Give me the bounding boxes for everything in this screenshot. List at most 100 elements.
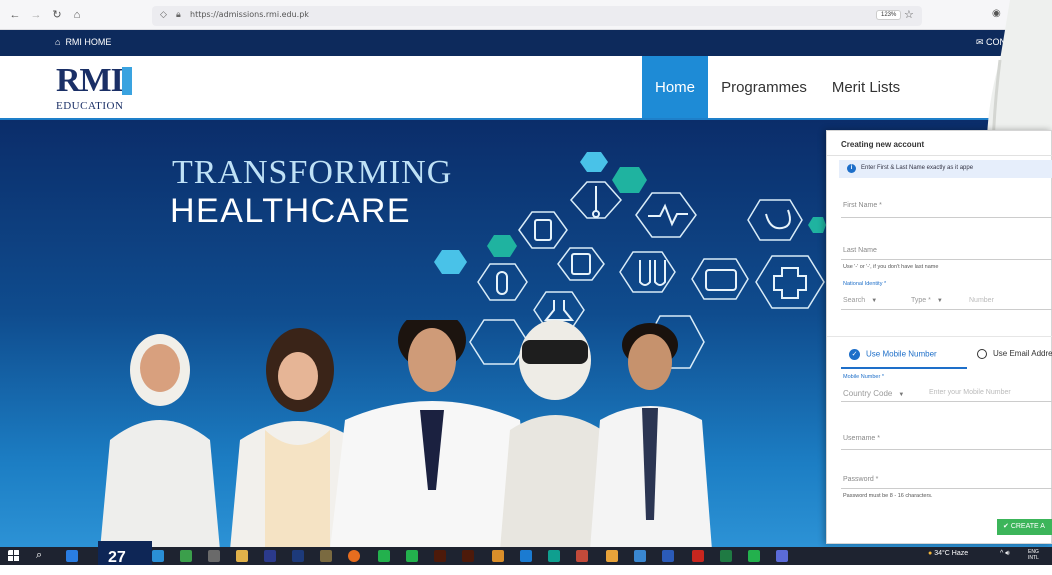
home-icon[interactable]: ⌂ xyxy=(70,8,84,22)
stomach-hex-icon xyxy=(747,199,803,241)
country-code-value: Country Code xyxy=(843,389,893,398)
edge-icon[interactable] xyxy=(66,550,78,562)
whatsapp-icon[interactable] xyxy=(406,550,418,562)
address-bar[interactable]: ◇ 🔒︎ https://admissions.rmi.edu.pk 123% … xyxy=(152,6,922,26)
username-underline xyxy=(841,449,1052,450)
teams-icon[interactable] xyxy=(776,550,788,562)
system-tray-icons[interactable]: ^ 🔊︎ xyxy=(1000,550,1010,558)
tab-mobile-label: Use Mobile Number xyxy=(866,349,937,359)
cross-hex-icon xyxy=(755,255,825,309)
mobile-underline xyxy=(841,401,1052,402)
tab-email-label: Use Email Addre xyxy=(993,349,1052,359)
taskbar-app-icon[interactable] xyxy=(180,550,192,562)
form-divider xyxy=(827,155,1052,156)
tab-use-email-address[interactable]: Use Email Addre xyxy=(977,349,1052,359)
info-text: Enter First & Last Name exactly as it ap… xyxy=(861,165,974,171)
lang-line2: INTL xyxy=(1028,555,1039,561)
first-name-field[interactable]: First Name * xyxy=(843,202,882,209)
last-name-hint: Use '-' or '-', if you don't have last n… xyxy=(843,264,939,270)
taskbar-app-icon[interactable] xyxy=(320,550,332,562)
taskbar-app-icon[interactable] xyxy=(152,550,164,562)
last-name-field[interactable]: Last Name xyxy=(843,247,877,254)
password-field[interactable]: Password * xyxy=(843,476,878,483)
acrobat-icon[interactable] xyxy=(692,550,704,562)
clipboard-hex-icon xyxy=(518,211,568,249)
password-hint: Password must be 8 - 16 characters. xyxy=(843,493,933,499)
zoom-level-badge[interactable]: 123% xyxy=(876,10,902,20)
chevron-down-icon: ▼ xyxy=(898,392,905,398)
username-field[interactable]: Username * xyxy=(843,435,880,442)
taskbar-app-icon[interactable] xyxy=(748,550,760,562)
photoshop-icon[interactable] xyxy=(292,550,304,562)
radio-circle-icon xyxy=(977,349,987,359)
windows-start-icon[interactable] xyxy=(8,550,20,562)
nav-item-home[interactable]: Home xyxy=(642,56,708,118)
last-name-underline xyxy=(841,259,1052,260)
taskbar-app-icon[interactable] xyxy=(236,550,248,562)
check-circle-icon: ✓ xyxy=(849,349,860,360)
site-navigation: RMI EDUCATION Home Programmes Merit List… xyxy=(0,56,1052,120)
back-arrow-icon[interactable]: ← xyxy=(8,8,22,22)
info-notice: i Enter First & Last Name exactly as it … xyxy=(839,160,1052,178)
password-underline xyxy=(841,488,1052,489)
taskbar-app-icon[interactable] xyxy=(548,550,560,562)
teal-hex-a xyxy=(612,167,647,193)
illustrator-icon[interactable] xyxy=(434,550,446,562)
weather-widget[interactable]: ● 34°C Haze xyxy=(928,550,968,557)
site-top-strip: ⌂ RMI HOME ✉ CONT xyxy=(0,30,1052,56)
lock-icon[interactable]: 🔒︎ xyxy=(176,9,181,20)
first-name-underline xyxy=(841,217,1052,218)
cyan-hex-b xyxy=(434,250,467,274)
forward-arrow-icon[interactable]: → xyxy=(29,8,43,22)
overlay-number-badge: 27 xyxy=(98,541,152,566)
firefox-icon[interactable] xyxy=(348,550,360,562)
photoshop-icon[interactable] xyxy=(264,550,276,562)
word-icon[interactable] xyxy=(662,550,674,562)
search-select-value: Search xyxy=(843,297,866,304)
active-tab-indicator xyxy=(841,367,967,369)
type-select[interactable]: Type * ▼ xyxy=(911,297,943,304)
country-code-select[interactable]: Country Code ▼ xyxy=(843,389,904,398)
bookmark-star-icon[interactable]: ☆ xyxy=(904,8,914,21)
nav-item-merit-lists[interactable]: Merit Lists xyxy=(826,56,906,118)
language-indicator[interactable]: ENG INTL xyxy=(1028,549,1039,561)
mobile-number-label: Mobile Number * xyxy=(843,374,884,380)
taskbar-app-icon[interactable] xyxy=(492,550,504,562)
tab-divider xyxy=(827,336,1052,337)
taskbar-app-icon[interactable] xyxy=(576,550,588,562)
number-input[interactable]: Number xyxy=(969,297,994,304)
browser-toolbar: ← → ↻ ⌂ ◇ 🔒︎ https://admissions.rmi.edu.… xyxy=(0,0,1052,30)
info-icon: i xyxy=(847,164,856,173)
pill-box-hex-icon xyxy=(557,247,605,281)
taskbar-app-icon[interactable] xyxy=(634,550,646,562)
chevron-down-icon: ▼ xyxy=(936,298,943,304)
chevron-down-icon: ▼ xyxy=(871,298,878,304)
form-title: Creating new account xyxy=(841,140,925,149)
whatsapp-icon[interactable] xyxy=(378,550,390,562)
students-group-photo xyxy=(100,320,712,550)
taskbar-app-icon[interactable] xyxy=(606,550,618,562)
national-identity-label: National Identity * xyxy=(843,281,887,287)
medkit-hex-icon xyxy=(691,258,749,300)
national-identity-underline xyxy=(841,309,1052,310)
reload-icon[interactable]: ↻ xyxy=(50,8,64,22)
house-icon: ⌂ xyxy=(55,37,61,47)
taskbar-app-icon[interactable] xyxy=(520,550,532,562)
tab-use-mobile-number[interactable]: ✓ Use Mobile Number xyxy=(849,349,937,360)
windows-taskbar: ⌕ ● 34°C Haze ^ 🔊︎ ENG INTL xyxy=(0,547,1052,565)
teal-hex-c xyxy=(808,217,826,233)
search-icon[interactable]: ⌕ xyxy=(36,549,42,562)
create-account-button[interactable]: ✔ CREATE A xyxy=(997,519,1052,535)
excel-icon[interactable] xyxy=(720,550,732,562)
illustrator-icon[interactable] xyxy=(462,550,474,562)
create-account-form: Creating new account i Enter First & Las… xyxy=(826,130,1052,544)
mobile-number-input[interactable]: Enter your Mobile Number xyxy=(929,389,1011,396)
nav-item-programmes[interactable]: Programmes xyxy=(718,56,810,118)
taskbar-app-icon[interactable] xyxy=(208,550,220,562)
rmi-education-logo[interactable]: RMI EDUCATION xyxy=(56,64,136,114)
rmi-home-link[interactable]: ⌂ RMI HOME xyxy=(55,37,111,47)
url-text: https://admissions.rmi.edu.pk xyxy=(190,10,309,19)
search-select[interactable]: Search ▼ xyxy=(843,297,877,304)
create-button-label: CREATE A xyxy=(1010,523,1045,530)
shield-icon[interactable]: ◇ xyxy=(160,9,167,20)
